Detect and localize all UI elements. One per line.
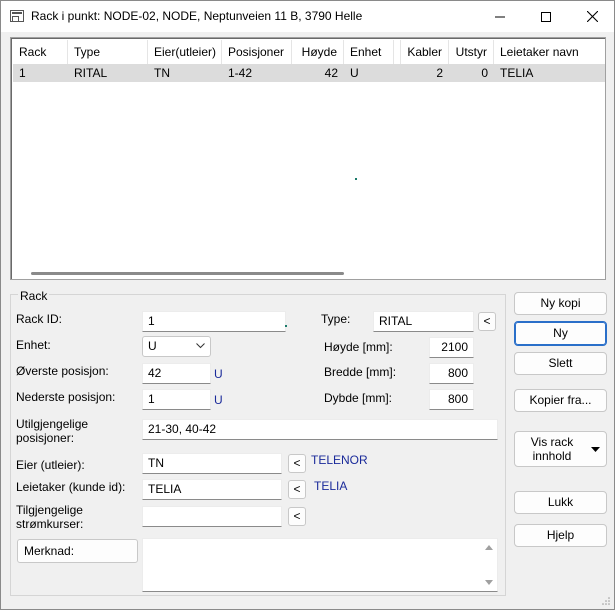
close-button[interactable]: [569, 1, 615, 32]
enhet-select[interactable]: U: [142, 336, 211, 357]
bredde-input[interactable]: 800: [429, 363, 474, 384]
nederste-posisjon-label: Nederste posisjon:: [16, 390, 116, 404]
enhet-select-value: U: [148, 339, 157, 353]
utilgjengelige-label-line1: Utilgjengelige: [16, 417, 89, 431]
lukk-button[interactable]: Lukk: [514, 491, 607, 514]
merknad-textarea[interactable]: [142, 538, 498, 592]
chevron-down-icon: [196, 343, 205, 349]
utilgjengelige-label-line2: posisjoner:: [16, 431, 75, 445]
nederste-unit: U: [214, 393, 223, 407]
rack-id-input[interactable]: 1: [142, 311, 286, 332]
column-header-spacer: [394, 40, 401, 64]
vis-rack-label-line1: Vis rack: [530, 435, 574, 449]
eier-input[interactable]: TN: [142, 453, 282, 474]
stromkurser-input[interactable]: [142, 506, 282, 527]
triangle-down-icon: [591, 447, 600, 452]
eier-name: TELENOR: [311, 453, 368, 467]
ny-kopi-button[interactable]: Ny kopi: [514, 292, 607, 315]
bredde-label: Bredde [mm]:: [324, 365, 397, 379]
cell-eier: TN: [154, 66, 170, 80]
group-label: Rack: [18, 289, 50, 303]
stromkurser-label-line2: strømkurser:: [16, 517, 84, 531]
overste-posisjon-label: Øverste posisjon:: [16, 364, 109, 378]
ny-button[interactable]: Ny: [514, 321, 607, 346]
cell-leietaker: TELIA: [500, 66, 534, 80]
cell-enhet: U: [350, 66, 359, 80]
rack-table[interactable]: Rack Type Eier(utleier) Posisjoner Høyde…: [10, 37, 606, 280]
type-pick-button[interactable]: <: [478, 312, 496, 331]
dybde-input[interactable]: 800: [429, 389, 474, 410]
eier-pick-button[interactable]: <: [288, 454, 306, 473]
cursor-dot: [285, 325, 287, 327]
scroll-down-arrow-icon[interactable]: [485, 580, 493, 585]
column-header-hoyde[interactable]: Høyde: [292, 40, 344, 64]
rack-dialog-window: Rack i punkt: NODE-02, NODE, Neptunveien…: [0, 0, 615, 610]
maximize-button[interactable]: [523, 1, 569, 32]
leietaker-label: Leietaker (kunde id):: [16, 480, 126, 494]
overste-posisjon-input[interactable]: 42: [142, 363, 211, 384]
eier-label: Eier (utleier):: [16, 458, 85, 472]
hoyde-input[interactable]: 2100: [429, 337, 474, 358]
table-row[interactable]: 1 RITAL TN 1-42 42 U 2 0 TELIA: [13, 64, 605, 82]
column-header-utstyr[interactable]: Utstyr: [449, 40, 494, 64]
column-header-kabler[interactable]: Kabler: [401, 40, 449, 64]
overste-unit: U: [214, 367, 223, 381]
leietaker-pick-button[interactable]: <: [288, 480, 306, 499]
cell-kabler: 2: [436, 66, 443, 80]
dybde-label: Dybde [mm]:: [324, 391, 393, 405]
rack-id-label: Rack ID:: [16, 312, 63, 326]
column-header-rack[interactable]: Rack: [13, 40, 68, 64]
hjelp-button[interactable]: Hjelp: [514, 524, 607, 547]
close-icon: [586, 11, 598, 22]
rack-app-icon: [10, 10, 24, 22]
resize-grip-icon[interactable]: [601, 596, 611, 606]
cell-hoyde: 42: [324, 66, 338, 80]
vis-rack-label-line2: innhold: [532, 449, 572, 463]
type-label: Type:: [321, 312, 351, 326]
window-title: Rack i punkt: NODE-02, NODE, Neptunveien…: [31, 9, 363, 23]
table-header: Rack Type Eier(utleier) Posisjoner Høyde…: [13, 40, 603, 64]
cell-utstyr: 0: [481, 66, 488, 80]
hoyde-label: Høyde [mm]:: [324, 340, 393, 354]
minimize-button[interactable]: [477, 1, 523, 32]
column-header-enhet[interactable]: Enhet: [344, 40, 394, 64]
utilgjengelige-posisjoner-input[interactable]: 21-30, 40-42: [142, 419, 498, 440]
leietaker-input[interactable]: TELIA: [142, 479, 282, 500]
stromkurser-label-line1: Tilgjengelige: [16, 503, 83, 517]
cell-posisjoner: 1-42: [228, 66, 253, 80]
type-input[interactable]: RITAL: [373, 311, 474, 332]
merknad-button[interactable]: Merknad:: [17, 539, 138, 563]
stromkurser-pick-button[interactable]: <: [288, 507, 306, 526]
leietaker-name: TELIA: [314, 479, 348, 493]
vis-rack-innhold-button[interactable]: Vis rack innhold: [514, 431, 607, 467]
column-header-leietaker[interactable]: Leietaker navn: [494, 40, 605, 64]
minimize-icon: [495, 16, 505, 17]
slett-button[interactable]: Slett: [514, 352, 607, 375]
cursor-dot: [355, 178, 357, 180]
column-header-eier[interactable]: Eier(utleier): [148, 40, 222, 64]
column-header-type[interactable]: Type: [68, 40, 148, 64]
column-header-posisjoner[interactable]: Posisjoner: [222, 40, 292, 64]
enhet-label: Enhet:: [16, 338, 51, 352]
horizontal-scrollbar[interactable]: [31, 272, 344, 275]
kopier-fra-button[interactable]: Kopier fra...: [514, 389, 607, 412]
title-bar[interactable]: Rack i punkt: NODE-02, NODE, Neptunveien…: [1, 1, 614, 32]
scroll-up-arrow-icon[interactable]: [485, 545, 493, 550]
nederste-posisjon-input[interactable]: 1: [142, 389, 211, 410]
cell-rack: 1: [19, 66, 26, 80]
cell-type: RITAL: [74, 66, 108, 80]
maximize-icon: [541, 11, 551, 22]
